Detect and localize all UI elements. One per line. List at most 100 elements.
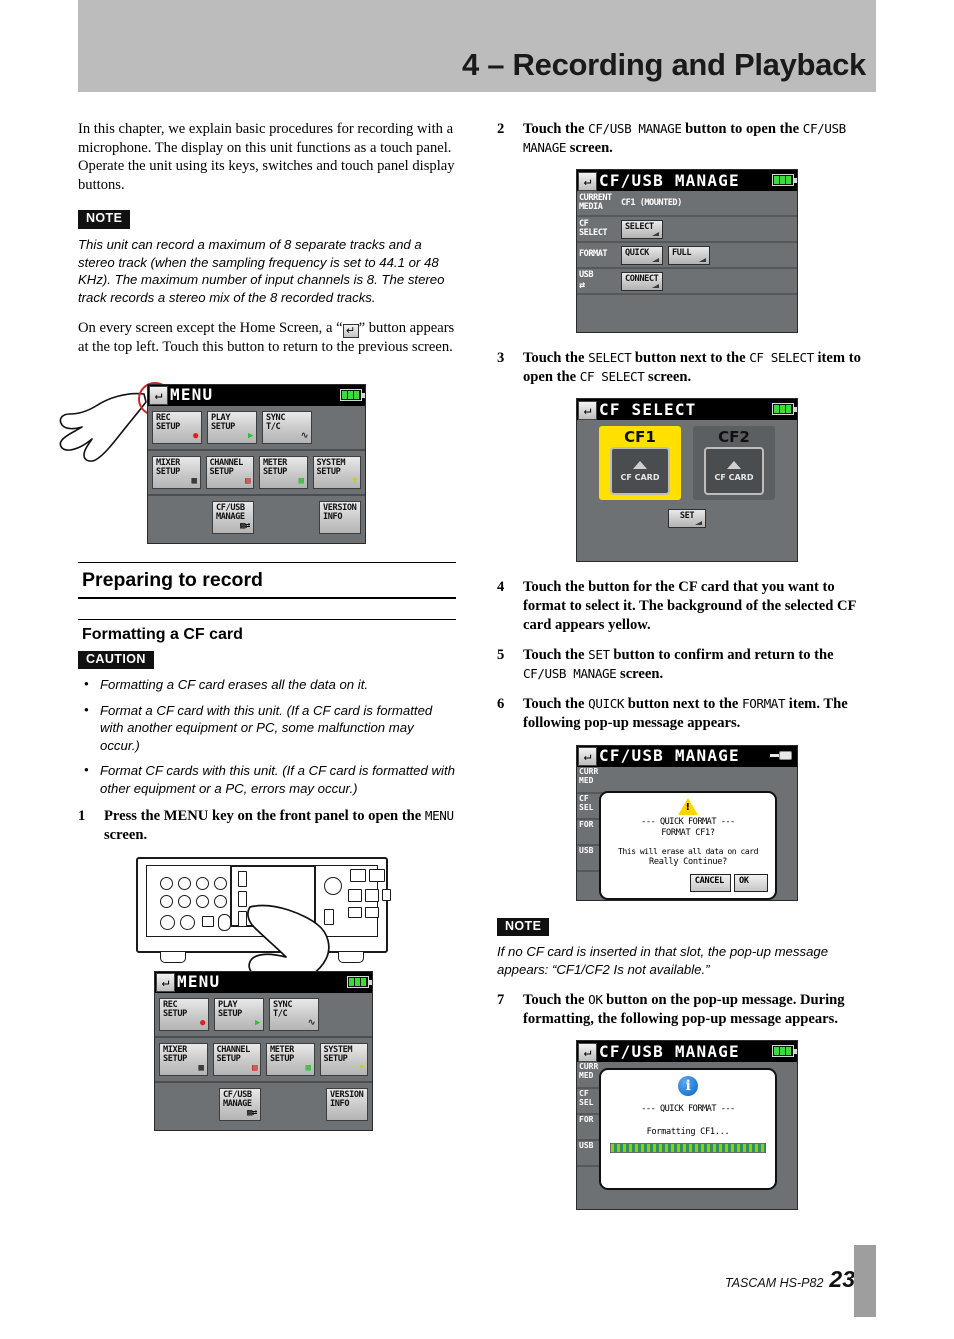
formatting-progress-screen[interactable]: ↵ CF/USB MANAGE CURR MED CF SEL FOR USB i … xyxy=(576,1040,798,1211)
cf-usb-manage-screen[interactable]: ↵ CF/USB MANAGE CURRENT MEDIA CF1 (MOUNTE… xyxy=(576,169,798,334)
rec-key xyxy=(369,868,385,882)
back-arrow-icon[interactable]: ↵ xyxy=(156,973,175,993)
caution-list: Formatting a CF card erases all the data… xyxy=(78,675,456,797)
menu-btn-rec-setup[interactable]: REC SETUP ● xyxy=(152,410,202,444)
menu-screen-1[interactable]: ↵ MENU REC SETUP ● PLAY SETUP ▶ SYNC T/C ∿ MIX… xyxy=(147,383,366,544)
menu-btn-version-info[interactable]: VERSION INFO xyxy=(326,1087,368,1121)
menu-row-1: REC SETUP ● PLAY SETUP ▶ SYNC T/C ∿ xyxy=(148,406,365,451)
menu-row-3: CF/USB MANAGE ▩⇄ VERSION INFO xyxy=(155,1083,372,1126)
step-number: 3 xyxy=(497,350,505,367)
side-key xyxy=(382,888,391,901)
menu-row-3: CF/USB MANAGE ▩⇄ VERSION INFO xyxy=(148,496,365,539)
cfm-row-usb: USB ⇄ CONNECT xyxy=(577,269,797,296)
trim-knob xyxy=(160,876,173,890)
menu-btn-sync-tc[interactable]: SYNC T/C ∿ xyxy=(269,997,319,1031)
menu-btn-mixer-setup[interactable]: MIXER SETUP ▦ xyxy=(159,1042,208,1076)
cfm-value-current-media: CF1 (MOUNTED) xyxy=(621,198,682,209)
phones-knob xyxy=(160,914,175,930)
lcd-titlebar: ↵ MENU xyxy=(148,384,365,406)
cf-select-screen[interactable]: ↵ CF SELECT CF1 CF CARD CF2 CF CARD SET xyxy=(576,398,798,563)
menu-btn-version-info[interactable]: VERSION INFO xyxy=(319,500,361,534)
note-text: This unit can record a maximum of 8 sepa… xyxy=(78,237,445,305)
back-arrow-icon[interactable]: ↵ xyxy=(578,1042,597,1062)
step-text: Touch the CF/USB MANAGE button to open t… xyxy=(523,120,875,157)
step-3: 3 Touch the SELECT button next to the CF… xyxy=(497,349,875,386)
back-arrow-icon[interactable]: ↵ xyxy=(578,747,597,767)
dialog-line-1: --- QUICK FORMAT --- xyxy=(641,1104,735,1115)
back-arrow-icon[interactable]: ↵ xyxy=(578,171,597,191)
back-arrow-icon: ↵ xyxy=(342,324,359,339)
menu-btn-cf-usb-manage[interactable]: CF/USB MANAGE ▩⇄ xyxy=(212,500,254,534)
waveform-icon: ∿ xyxy=(300,430,309,441)
step-text: Press the MENU key on the front panel to… xyxy=(104,807,456,844)
trim-knob xyxy=(214,876,227,890)
t: Touch the xyxy=(523,647,589,664)
monitor-knob xyxy=(180,914,195,930)
back-button-paragraph-part1: On every screen except the Home Screen, … xyxy=(78,320,343,337)
battery-icon xyxy=(772,1045,797,1058)
screen-body: CURR MED CF SEL FOR USB i --- QUICK FORMAT… xyxy=(577,1062,797,1209)
set-button[interactable]: SET xyxy=(668,509,706,529)
battery-icon xyxy=(772,403,797,416)
side-label: CURR MED xyxy=(577,767,617,794)
trim-knob xyxy=(214,894,227,908)
cfm-label-format: FORMAT xyxy=(579,249,608,260)
menu-btn-channel-setup[interactable]: CHANNEL SETUP ▤ xyxy=(212,1042,261,1076)
edge-thumb-tab xyxy=(854,1245,876,1317)
cfm-button-select[interactable]: SELECT xyxy=(621,219,663,239)
step-number: 4 xyxy=(497,579,505,596)
t: button to confirm and return to the xyxy=(609,647,834,664)
cfm-row-cf-select: CF SELECT SELECT xyxy=(577,217,797,244)
menu-btn-channel-setup[interactable]: CHANNEL SETUP ▤ xyxy=(205,455,254,489)
t: button next to the xyxy=(631,350,750,367)
cf-card-button-cf1[interactable]: CF1 CF CARD xyxy=(599,426,681,501)
cfm-button-quick[interactable]: QUICK xyxy=(621,245,663,265)
meter-bars-icon: ▩ xyxy=(298,475,304,486)
caution-item: Format a CF card with this unit. (If a C… xyxy=(78,701,456,755)
footer-brand: TASCAM HS-P82 xyxy=(725,1276,824,1290)
mono-cf-select: CF SELECT xyxy=(749,350,814,366)
screen-body: CURRMED CFSEL FOR USB --- QUICK FORMAT -… xyxy=(577,767,797,900)
menu-btn-meter-setup[interactable]: METER SETUP ▩ xyxy=(266,1042,315,1076)
menu-btn-rec-setup[interactable]: REC SETUP ● xyxy=(159,997,209,1031)
menu-btn-play-setup[interactable]: PLAY SETUP ▶ xyxy=(207,410,257,444)
step-text: Touch the OK button on the pop-up messag… xyxy=(523,991,875,1028)
menu-btn-meter-setup[interactable]: METER SETUP ▩ xyxy=(259,455,308,489)
dialog-line-2: FORMAT CF1? xyxy=(661,827,715,838)
lcd-titlebar: ↵ CF/USB MANAGE xyxy=(577,745,797,767)
mono-cf-usb-manage: CF/USB MANAGE xyxy=(523,665,617,681)
note-badge: NOTE xyxy=(78,210,131,230)
menu-btn-play-setup[interactable]: PLAY SETUP ▶ xyxy=(214,997,264,1031)
stop-key xyxy=(348,888,362,902)
mono-ok: OK xyxy=(588,992,603,1008)
menu-btn-system-setup[interactable]: SYSTEM SETUP ✝ xyxy=(312,455,361,489)
cfm-button-connect[interactable]: CONNECT xyxy=(621,271,663,291)
menu-btn-mixer-setup[interactable]: MIXER SETUP ▦ xyxy=(152,455,201,489)
cf-card-caption: CF CARD xyxy=(620,472,660,482)
cancel-button[interactable]: CANCEL xyxy=(689,873,731,892)
menu-row-2: MIXER SETUP ▦ CHANNEL SETUP ▤ METER SETUP ▩ SY… xyxy=(148,451,365,496)
mono-format: FORMAT xyxy=(742,696,786,712)
ok-button[interactable]: OK xyxy=(734,873,768,892)
cf-card-caption: CF CARD xyxy=(714,472,754,482)
cf-card-button-cf2[interactable]: CF2 CF CARD xyxy=(693,426,775,501)
dialog-buttons: CANCEL OK xyxy=(604,873,772,892)
back-arrow-icon[interactable]: ↵ xyxy=(578,400,597,420)
back-arrow-icon[interactable]: ↵ xyxy=(149,386,168,406)
mic-jack xyxy=(218,913,231,931)
menu-btn-sync-tc[interactable]: SYNC T/C ∿ xyxy=(262,410,312,444)
cfm-button-full[interactable]: FULL xyxy=(668,245,710,265)
step-mono-menu: MENU xyxy=(424,808,454,824)
format-confirm-screen[interactable]: ↵ CF/USB MANAGE CURRMED CFSEL FOR USB --… xyxy=(576,744,798,901)
power-plug-icon xyxy=(770,750,794,762)
t: Touch the xyxy=(523,121,589,137)
menu-btn-system-setup[interactable]: SYSTEM SETUP ✝ xyxy=(319,1042,368,1076)
lcd-title-text: MENU xyxy=(177,972,221,992)
cf-card-name: CF2 xyxy=(718,428,750,447)
up-arrow-icon xyxy=(727,460,741,469)
menu-btn-cf-usb-manage[interactable]: CF/USB MANAGE ▩⇄ xyxy=(219,1087,261,1121)
menu-screen-2[interactable]: ↵ MENU REC SETUP ● PLAY SETUP ▶ SYNC T/C ∿ MIX… xyxy=(154,970,373,1131)
set-button-wrap: SET xyxy=(585,503,789,529)
device-front-panel-illustration xyxy=(136,856,391,984)
side-key xyxy=(238,870,247,887)
